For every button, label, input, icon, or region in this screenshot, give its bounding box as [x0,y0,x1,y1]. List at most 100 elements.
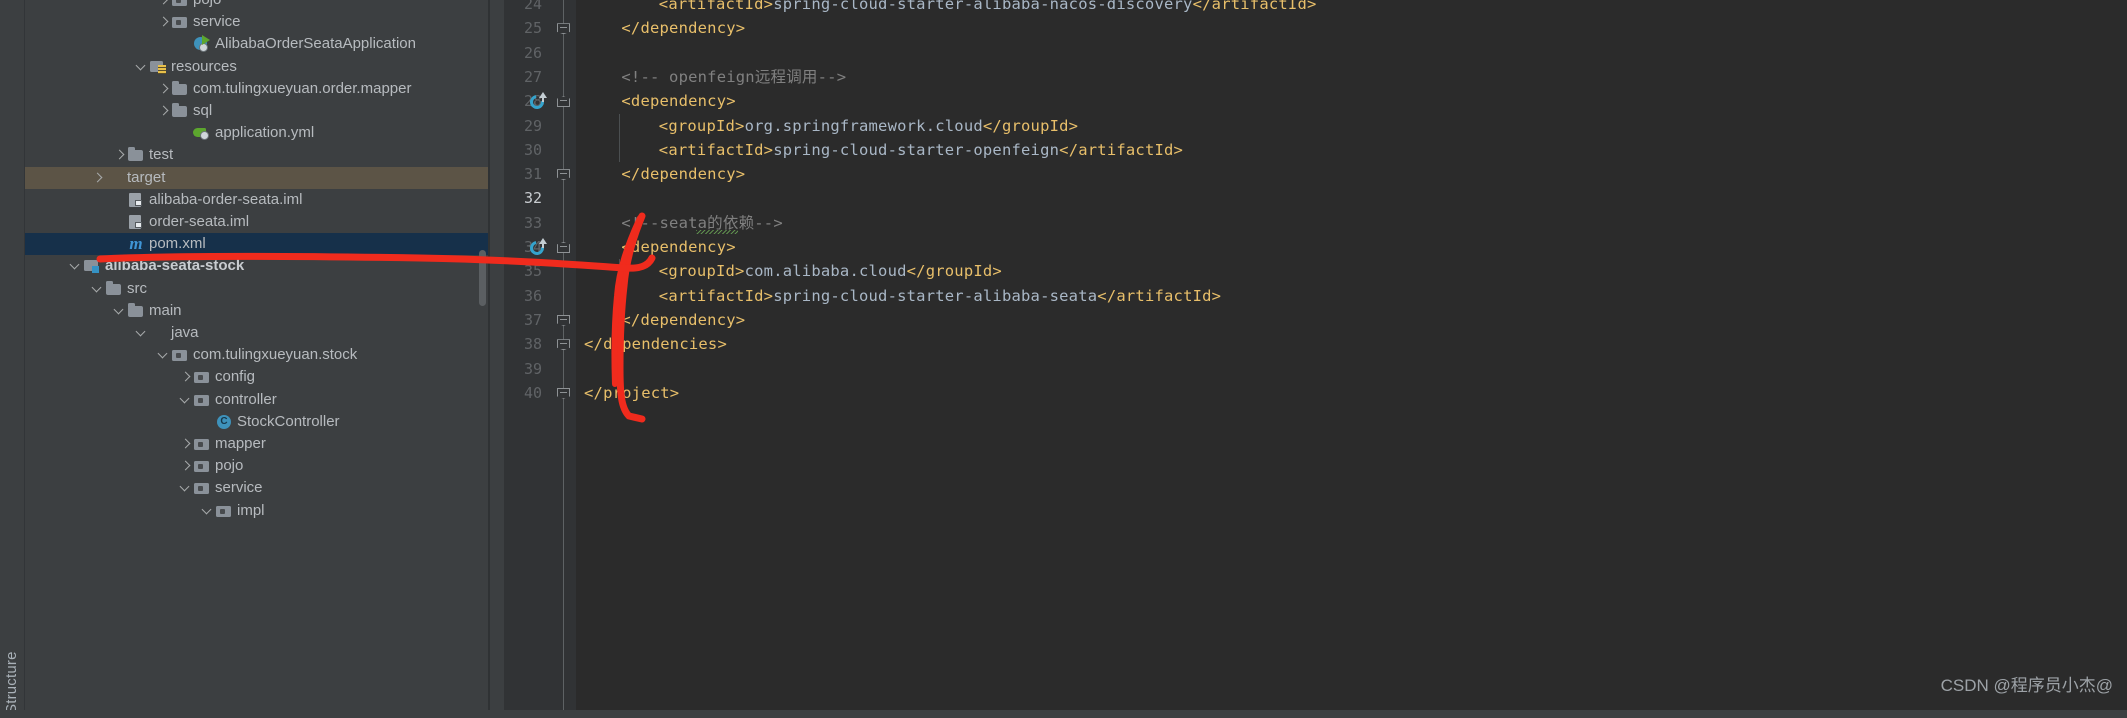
code-line[interactable]: </dependency> [576,16,745,40]
tree-item-stockcontroller[interactable]: C StockController [25,411,488,433]
code-line[interactable] [576,357,584,381]
chevron-right-icon[interactable] [179,455,193,477]
tree-item-alibabaorderseataapplication[interactable]: AlibabaOrderSeataApplication [25,33,488,55]
line-number: 33 [523,213,542,232]
tree-item-label: application.yml [215,124,315,142]
tree-item-resources[interactable]: resources [25,56,488,78]
tree-item-alibaba-order-seata-iml[interactable]: alibaba-order-seata.iml [25,189,488,211]
tree-item-main[interactable]: main [25,300,488,322]
project-tree-scrollbar[interactable] [479,250,486,306]
chevron-down-icon[interactable] [69,255,83,277]
code-line[interactable]: </dependency> [576,308,745,332]
code-fold-marker[interactable] [557,313,570,326]
tree-item-com-tulingxueyuan-order-mapper[interactable]: com.tulingxueyuan.order.mapper [25,78,488,100]
line-number: 37 [523,310,542,329]
fold-minus-icon [560,318,567,320]
code-line[interactable]: <groupId>com.alibaba.cloud</groupId> [576,259,1002,283]
chevron-down-icon[interactable] [135,56,149,78]
maven-dependency-gutter-icon[interactable] [527,92,548,112]
code-line[interactable]: <groupId>org.springframework.cloud</grou… [576,114,1078,138]
line-number: 24 [523,0,542,13]
editor-gutter[interactable]: 24 25 26 27 28 29 30 31 32 33 34 35 36 37 38 39 40 [490,0,554,718]
fold-minus-icon [560,27,567,29]
tree-item-label: StockController [237,412,340,430]
tree-item-test[interactable]: test [25,144,488,166]
fold-box [557,314,570,326]
tree-item-pojo[interactable]: pojo [25,0,488,11]
tree-item-src[interactable]: src [25,278,488,300]
code-line[interactable]: <!--seata的依赖--> [576,211,783,235]
code-token-tag: </dependency> [621,165,746,184]
code-fold-marker[interactable] [557,337,570,351]
code-line[interactable]: <dependency> [576,89,736,113]
chevron-right-icon[interactable] [91,167,105,189]
structure-tool-tab[interactable]: Structure [0,594,24,714]
chevron-down-icon[interactable] [113,300,127,322]
code-fold-marker[interactable] [557,240,570,253]
tree-item-target[interactable]: target [25,166,488,189]
chevron-right-icon[interactable] [157,11,171,33]
code-folding-rail[interactable] [554,0,576,718]
tree-item-application-yml[interactable]: application.yml [25,122,488,144]
code-text-area[interactable]: <artifactId>spring-cloud-starter-alibaba… [576,0,2127,718]
code-token-tag: <groupId> [658,116,745,135]
tree-item-java[interactable]: java [25,322,488,344]
code-line[interactable]: <artifactId>spring-cloud-starter-alibaba… [576,0,1317,16]
bean-arrow-head [539,92,547,99]
chevron-right-icon[interactable] [113,144,127,166]
code-editor[interactable]: 24 25 26 27 28 29 30 31 32 33 34 35 36 37 38 39 40 <arti… [490,0,2127,718]
code-fold-marker[interactable] [557,386,570,399]
code-line[interactable]: <!-- openfeign远程调用--> [576,65,846,89]
tree-item-service[interactable]: service [25,11,488,33]
package-icon [193,455,211,477]
code-fold-marker[interactable] [557,94,570,108]
code-line[interactable] [576,186,584,210]
line-number: 27 [523,67,542,86]
tree-item-order-seata-iml[interactable]: order-seata.iml [25,211,488,233]
chevron-down-icon[interactable] [179,389,193,411]
code-line[interactable]: <artifactId>spring-cloud-starter-alibaba… [576,284,1221,308]
project-tree-panel[interactable]: pojo service AlibabaOrderSeataApplication r… [25,0,488,718]
folder-icon [171,100,189,122]
code-token-txt: spring-cloud-starter-alibaba-nacos-disco… [773,0,1193,13]
chevron-right-icon[interactable] [157,0,171,11]
chevron-right-icon[interactable] [179,433,193,455]
iml-icon [127,211,145,233]
tree-item-sql[interactable]: sql [25,100,488,122]
tree-item-label: target [127,168,166,186]
fold-box [557,387,570,399]
no-chevron-spacer [113,211,127,233]
tree-item-label: service [193,13,241,31]
code-line[interactable]: </dependency> [576,162,745,186]
code-line[interactable]: <dependency> [576,235,736,259]
tree-item-service[interactable]: service [25,477,488,499]
chevron-right-icon[interactable] [179,366,193,388]
tree-item-config[interactable]: config [25,366,488,388]
tree-item-pojo[interactable]: pojo [25,455,488,477]
code-fold-marker[interactable] [557,21,570,35]
yml-icon [193,122,211,144]
folder-orange-icon [105,167,123,189]
ide-window: Structure pojo service AlibabaOrderSeataAp… [0,0,2127,718]
tree-item-com-tulingxueyuan-stock[interactable]: com.tulingxueyuan.stock [25,344,488,366]
chevron-right-icon[interactable] [157,78,171,100]
tree-item-pom-xml[interactable]: m pom.xml [25,233,488,256]
chevron-down-icon[interactable] [179,477,193,499]
code-line[interactable]: </dependencies> [576,332,727,356]
code-line[interactable] [576,41,584,65]
chevron-down-icon[interactable] [91,278,105,300]
tree-item-mapper[interactable]: mapper [25,433,488,455]
package-icon [171,344,189,366]
chevron-down-icon[interactable] [157,344,171,366]
code-fold-marker[interactable] [557,167,570,181]
package-icon [171,0,189,11]
code-line[interactable]: </project> [576,381,679,405]
code-line[interactable]: <artifactId>spring-cloud-starter-openfei… [576,138,1183,162]
chevron-right-icon[interactable] [157,100,171,122]
maven-dependency-gutter-icon[interactable] [527,238,548,258]
chevron-down-icon[interactable] [201,500,215,522]
tree-item-alibaba-seata-stock[interactable]: alibaba-seata-stock [25,255,488,277]
tree-item-controller[interactable]: controller [25,389,488,411]
chevron-down-icon[interactable] [135,322,149,344]
tree-item-impl[interactable]: impl [25,500,488,522]
